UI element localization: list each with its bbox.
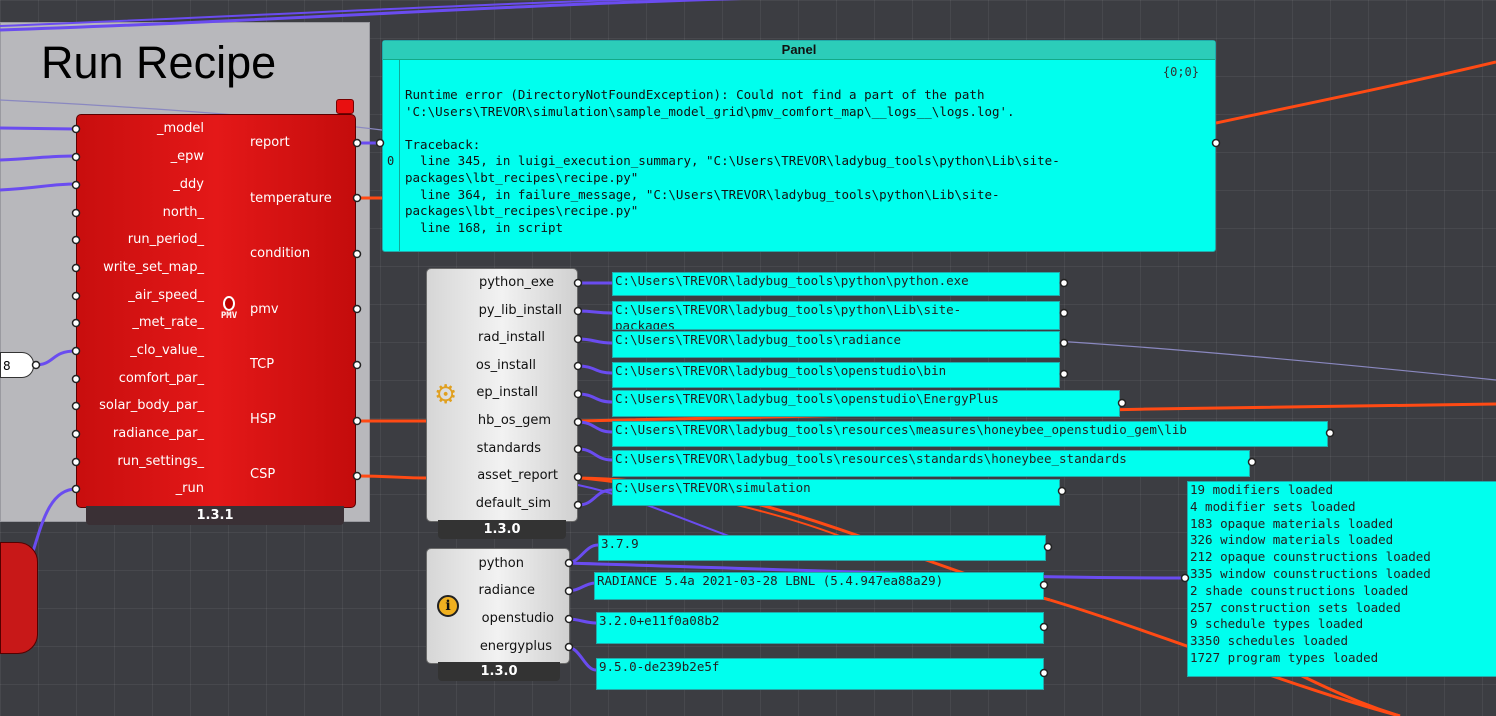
wire [33, 349, 77, 367]
input-ddy[interactable]: _ddy [76, 177, 204, 192]
output-hsp[interactable]: HSP [250, 412, 276, 427]
output-py-lib-install[interactable]: py_lib_install [424, 303, 562, 318]
output-python-exe[interactable]: python_exe [424, 275, 554, 290]
version-panel-radiance[interactable]: RADIANCE 5.4a 2021-03-28 LBNL (5.4.947ea… [594, 572, 1044, 600]
input-north[interactable]: north_ [76, 205, 204, 220]
output-condition[interactable]: condition [250, 246, 310, 261]
panel-text: C:\Users\TREVOR\simulation [615, 480, 811, 495]
panel-text: C:\Users\TREVOR\ladybug_tools\python\Lib… [615, 302, 962, 330]
path-panel-hb-os-gem[interactable]: C:\Users\TREVOR\ladybug_tools\resources\… [612, 421, 1328, 447]
panel-index: 0 [387, 154, 395, 168]
version-panel-openstudio[interactable]: 3.2.0+e11f0a08b2 [596, 612, 1044, 644]
output-standards[interactable]: standards [424, 441, 541, 456]
wire [0, 182, 77, 192]
output-radiance[interactable]: radiance [424, 583, 535, 598]
panel-text: C:\Users\TREVOR\ladybug_tools\resources\… [615, 422, 1187, 437]
path-panel-simulation[interactable]: C:\Users\TREVOR\simulation [612, 479, 1060, 506]
pmv-icon-label: PMV [220, 311, 238, 321]
path-panel-standards[interactable]: C:\Users\TREVOR\ladybug_tools\resources\… [612, 450, 1250, 477]
output-rad-install[interactable]: rad_install [424, 330, 545, 345]
path-panel-energyplus[interactable]: C:\Users\TREVOR\ladybug_tools\openstudio… [612, 390, 1120, 417]
versions-component[interactable]: python radiance openstudio energyplus i … [424, 548, 574, 686]
wire [577, 337, 613, 345]
input-comfort-par[interactable]: comfort_par_ [76, 371, 204, 386]
panel-divider [399, 60, 400, 251]
output-default-sim[interactable]: default_sim [424, 496, 551, 511]
version-panel-python[interactable]: 3.7.9 [598, 535, 1046, 561]
input-clo-value[interactable]: _clo_value_ [76, 343, 204, 358]
output-hb-os-gem[interactable]: hb_os_gem [424, 413, 551, 428]
path-panel-py-lib[interactable]: C:\Users\TREVOR\ladybug_tools\python\Lib… [612, 301, 1060, 330]
panel-text: C:\Users\TREVOR\ladybug_tools\python\pyt… [615, 273, 969, 288]
wire [1039, 339, 1496, 381]
output-tcp[interactable]: TCP [250, 357, 274, 372]
wire [577, 364, 613, 375]
output-asset-report[interactable]: asset_report [424, 468, 558, 483]
wire [0, 0, 743, 32]
run-recipe-component[interactable]: _model _epw _ddy north_ run_period_ writ… [76, 114, 358, 526]
wire [577, 392, 613, 404]
input-epw[interactable]: _epw [76, 149, 204, 164]
panel-path: {0;0} [1162, 65, 1199, 79]
panel-text: 19 modifiers loaded 4 modifier sets load… [1190, 482, 1431, 665]
wire [0, 126, 77, 131]
warning-flag-icon[interactable] [336, 99, 354, 114]
component-version: 1.3.0 [438, 662, 560, 681]
config-component[interactable]: python_exe py_lib_install rad_install os… [424, 268, 580, 540]
component-version: 1.3.0 [438, 520, 566, 539]
info-icon: i [437, 595, 459, 617]
panel-text: C:\Users\TREVOR\ladybug_tools\openstudio… [615, 391, 999, 406]
output-csp[interactable]: CSP [250, 467, 275, 482]
output-pmv[interactable]: pmv [250, 302, 279, 317]
panel-text: C:\Users\TREVOR\ladybug_tools\radiance [615, 332, 901, 347]
version-panel-energyplus[interactable]: 9.5.0-de239b2e5f [596, 658, 1044, 690]
wire [1215, 60, 1496, 125]
path-panel-openstudio[interactable]: C:\Users\TREVOR\ladybug_tools\openstudio… [612, 362, 1060, 388]
input-air-speed[interactable]: _air_speed_ [76, 288, 204, 303]
output-temperature[interactable]: temperature [250, 191, 332, 206]
input-model[interactable]: _model [76, 121, 204, 136]
panel-title: Panel [383, 41, 1215, 60]
path-panel-radiance[interactable]: C:\Users\TREVOR\ladybug_tools\radiance [612, 331, 1060, 358]
wire [0, 154, 77, 162]
error-panel[interactable]: Panel {0;0} 0 Runtime error (DirectoryNo… [382, 40, 1216, 252]
input-run[interactable]: _run [76, 481, 204, 496]
input-radiance-par[interactable]: radiance_par_ [76, 426, 204, 441]
input-run-period[interactable]: run_period_ [76, 232, 204, 247]
panel-text: C:\Users\TREVOR\ladybug_tools\openstudio… [615, 363, 947, 378]
error-text: Runtime error (DirectoryNotFoundExceptio… [405, 87, 1060, 235]
wire [577, 420, 613, 434]
output-report[interactable]: report [250, 135, 290, 150]
wire [356, 474, 429, 480]
input-run-settings[interactable]: run_settings_ [76, 454, 204, 469]
panel-text: 3.2.0+e11f0a08b2 [599, 613, 720, 628]
panel-text: 9.5.0-de239b2e5f [599, 659, 720, 674]
asset-report-panel[interactable]: 19 modifiers loaded 4 modifier sets load… [1187, 481, 1496, 677]
input-solar-body-par[interactable]: solar_body_par_ [76, 398, 204, 413]
panel-text: RADIANCE 5.4a 2021-03-28 LBNL (5.4.947ea… [597, 573, 944, 588]
gear-icon: ⚙ [434, 380, 458, 410]
offscreen-component[interactable] [0, 542, 38, 654]
wire [577, 447, 613, 462]
panel-text: C:\Users\TREVOR\ladybug_tools\resources\… [615, 451, 1127, 466]
pmv-icon: PMV [216, 296, 242, 321]
output-os-install[interactable]: os_install [424, 358, 536, 373]
output-python[interactable]: python [424, 556, 524, 571]
output-energyplus[interactable]: energyplus [424, 639, 552, 654]
panel-text: 3.7.9 [601, 536, 639, 551]
path-panel-python-exe[interactable]: C:\Users\TREVOR\ladybug_tools\python\pyt… [612, 272, 1060, 296]
component-version: 1.3.1 [86, 506, 344, 525]
wire [577, 309, 613, 315]
number-input[interactable]: 8 [0, 352, 34, 378]
input-write-set-map[interactable]: write_set_map_ [76, 260, 204, 275]
input-met-rate[interactable]: _met_rate_ [76, 315, 204, 330]
